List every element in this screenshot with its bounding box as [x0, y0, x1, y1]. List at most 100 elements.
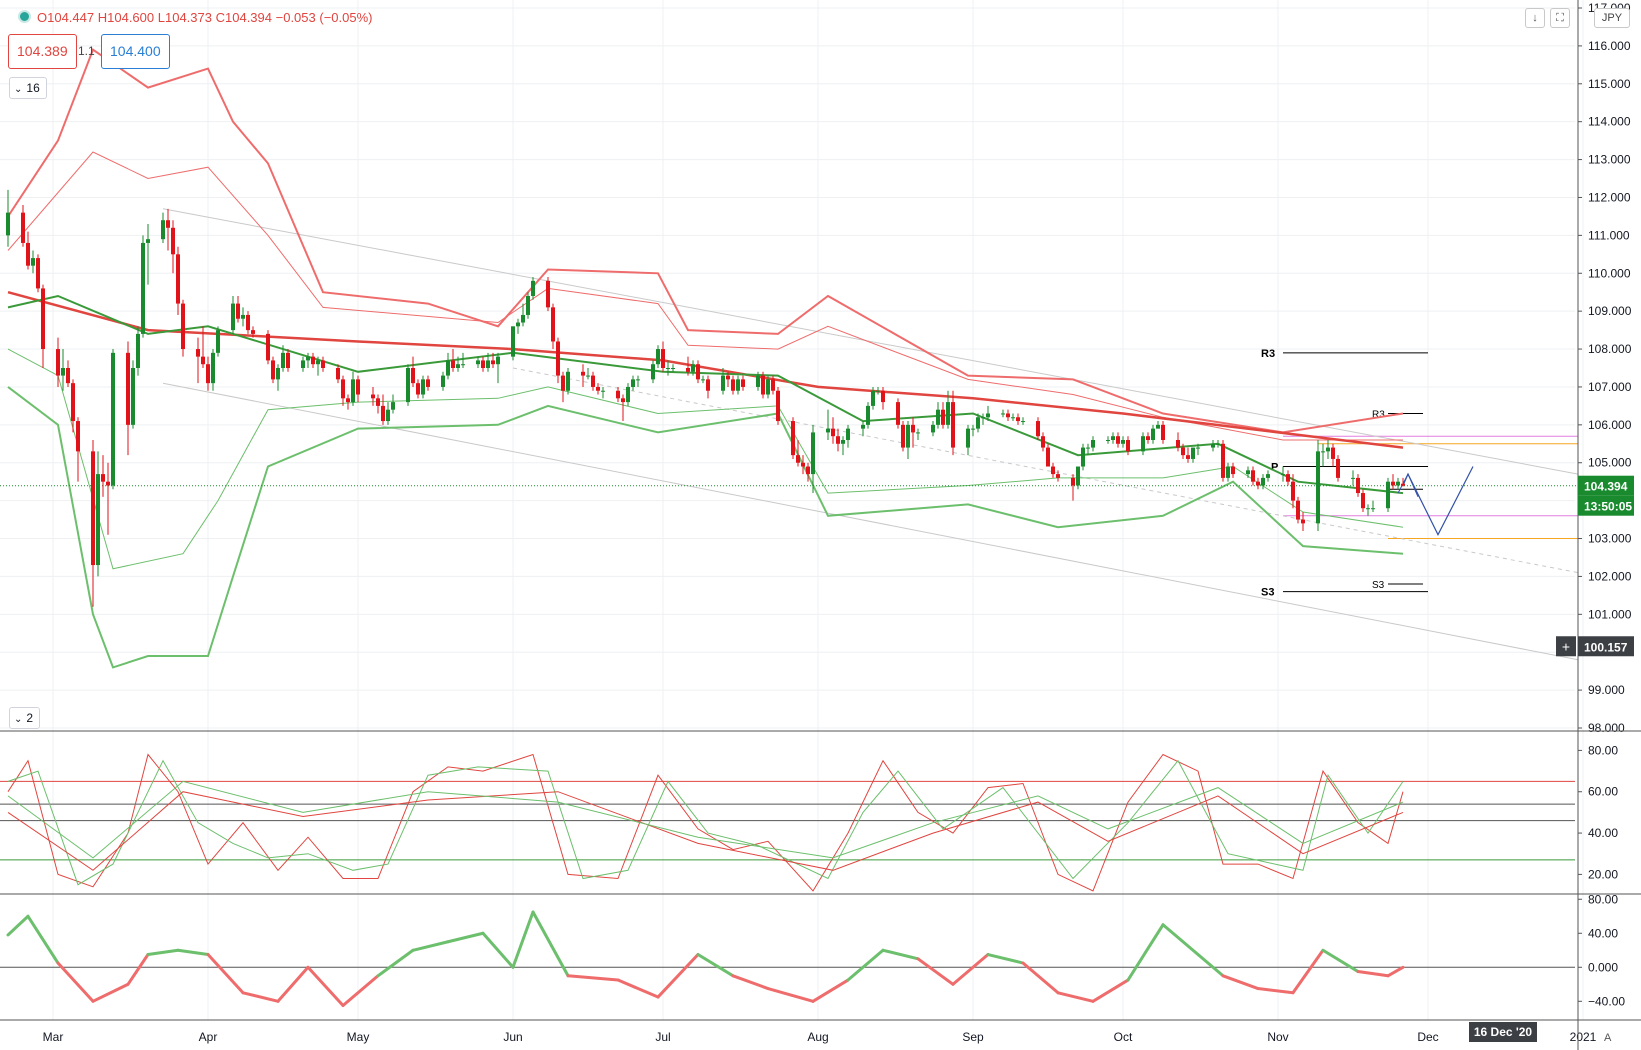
- candle-body: [596, 386, 600, 391]
- momentum-segment: [341, 974, 380, 1008]
- candle-body: [906, 424, 910, 448]
- candle-body: [556, 341, 560, 376]
- candle-body: [201, 356, 205, 365]
- candle-body: [801, 462, 805, 467]
- candle-body: [376, 398, 380, 406]
- candle-body: [871, 390, 875, 406]
- momentum-segment: [916, 957, 955, 986]
- symbol-status-icon: [18, 10, 31, 23]
- price-axis-label: 98.000: [1588, 721, 1625, 735]
- sell-quote-button[interactable]: 104.389: [8, 34, 77, 69]
- candle-body: [316, 360, 320, 365]
- oscillator-pane-indicators-toggle[interactable]: ⌄ 2: [9, 707, 41, 729]
- candle-body: [621, 398, 625, 403]
- fullscreen-icon[interactable]: ⛶: [1550, 8, 1570, 28]
- candle-body: [1181, 447, 1185, 456]
- candle-body: [386, 409, 390, 422]
- candle-body: [811, 432, 815, 475]
- candle-body: [1071, 477, 1075, 486]
- candle-body: [1366, 508, 1370, 510]
- candle-body: [1321, 451, 1325, 453]
- momentum-segment: [91, 982, 130, 1003]
- candle-body: [391, 402, 395, 410]
- momentum-segment: [411, 940, 450, 952]
- pivot-r3-label: R3: [1261, 348, 1275, 360]
- candle-body: [766, 379, 770, 395]
- candle-body: [196, 349, 200, 357]
- candle-body: [336, 368, 340, 380]
- candle-body: [341, 379, 345, 399]
- candle-body: [456, 364, 460, 368]
- ohlc-open: O104.447: [37, 10, 95, 25]
- momentum-segment: [616, 978, 660, 999]
- price-axis-label: 113.000: [1588, 153, 1631, 167]
- momentum-segment: [446, 931, 485, 944]
- download-icon[interactable]: ↓: [1525, 8, 1545, 28]
- candle-body: [1371, 508, 1375, 510]
- candle-body: [666, 368, 670, 369]
- candle-body: [736, 379, 740, 391]
- candle-body: [511, 326, 515, 357]
- candle-body: [626, 386, 630, 403]
- momentum-segment: [241, 991, 280, 1003]
- candle-body: [211, 352, 215, 384]
- candle-body: [251, 330, 255, 334]
- candle-body: [1256, 481, 1260, 486]
- candle-body: [91, 451, 95, 566]
- stochastic-series-line: [7, 753, 1404, 892]
- candle-body: [1316, 451, 1320, 524]
- ohlc-low: L104.373: [157, 10, 212, 25]
- candle-body: [426, 379, 430, 387]
- candle-body: [726, 375, 730, 380]
- momentum-segment: [176, 948, 210, 957]
- candle-body: [661, 349, 665, 368]
- candle-body: [721, 375, 725, 391]
- price-axis-label: 105.000: [1588, 456, 1632, 470]
- candle-body: [706, 379, 710, 391]
- candle-body: [756, 375, 760, 387]
- momentum-segment: [276, 965, 310, 1003]
- main-pane-indicators-toggle[interactable]: ⌄ 16: [9, 77, 47, 99]
- auto-scale-button[interactable]: A: [1604, 1032, 1611, 1044]
- stochastic-axis-label: 20.00: [1588, 867, 1618, 881]
- band-upper-inner-line: [7, 151, 1403, 441]
- candle-body: [1036, 421, 1040, 437]
- candle-body: [841, 440, 845, 444]
- candle-body: [656, 349, 660, 365]
- candle-body: [416, 383, 420, 395]
- momentum-segment: [696, 953, 735, 978]
- momentum-axis-label: −40.00: [1588, 994, 1625, 1008]
- currency-badge[interactable]: JPY: [1594, 8, 1630, 28]
- candle-body: [701, 379, 705, 381]
- candle-body: [106, 481, 110, 486]
- stochastic-series-line: [7, 759, 1404, 886]
- candle-body: [136, 333, 140, 368]
- price-axis-label: 99.000: [1588, 683, 1625, 697]
- time-axis-label: Aug: [807, 1030, 828, 1044]
- candle-body: [281, 352, 285, 368]
- momentum-segment: [6, 914, 30, 937]
- momentum-segment: [1291, 948, 1325, 995]
- candle-body: [546, 280, 550, 308]
- candle-body: [671, 368, 675, 369]
- candle-body: [1386, 481, 1390, 509]
- chart-canvas[interactable]: R3R3PS3S3 Mar Apr May Jun Jul Aug Sep Oct Nov Dec…: [0, 0, 1641, 1050]
- candle-body: [311, 356, 315, 365]
- candle-body: [206, 364, 210, 384]
- last-price-tag-text: 104.394: [1584, 480, 1628, 494]
- candle-body: [161, 220, 165, 240]
- momentum-segment: [566, 974, 620, 982]
- momentum-segment: [481, 931, 515, 969]
- price-axis-label: 102.000: [1588, 569, 1632, 583]
- candle-body: [1146, 436, 1150, 440]
- time-axis-label: Jul: [655, 1030, 670, 1044]
- candle-body: [636, 379, 640, 381]
- candle-body: [1051, 466, 1055, 475]
- candle-body: [1141, 436, 1145, 452]
- buy-quote-button[interactable]: 104.400: [101, 34, 170, 69]
- candle-body: [1331, 447, 1335, 459]
- candle-body: [241, 314, 245, 319]
- stochastic-axis-label: 60.00: [1588, 785, 1618, 799]
- candle-body: [1021, 421, 1025, 423]
- candle-body: [631, 379, 635, 387]
